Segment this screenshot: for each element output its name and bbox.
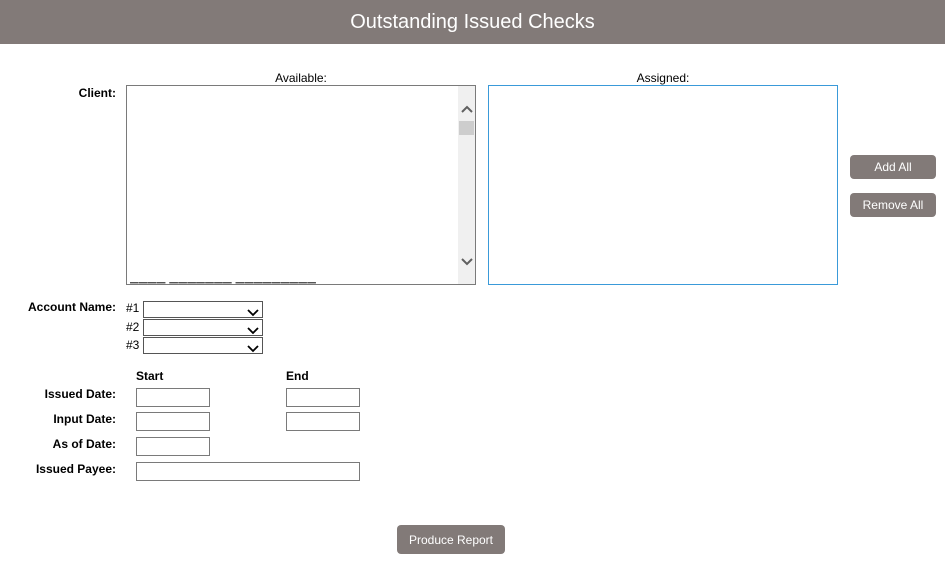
partially-visible-list-item: ▔▔▔▔ ▔▔▔▔▔▔▔ ▔▔▔▔▔▔▔▔▔	[130, 283, 317, 290]
issued-date-end-input[interactable]	[286, 388, 360, 407]
produce-report-button[interactable]: Produce Report	[397, 525, 505, 554]
account-1-select[interactable]	[143, 301, 263, 318]
input-date-end-input[interactable]	[286, 412, 360, 431]
issued-date-start-input[interactable]	[136, 388, 210, 407]
add-all-button[interactable]: Add All	[850, 155, 936, 179]
account-3-select[interactable]	[143, 337, 263, 354]
issued-payee-input[interactable]	[136, 462, 360, 481]
account-3-prefix: #3	[126, 338, 140, 352]
remove-all-button[interactable]: Remove All	[850, 193, 936, 217]
chevron-down-icon[interactable]	[458, 253, 475, 270]
available-list-scrollbar[interactable]	[458, 86, 475, 284]
scrollbar-thumb[interactable]	[459, 121, 474, 135]
client-label: Client:	[78, 86, 116, 100]
issued-payee-label: Issued Payee:	[35, 462, 116, 476]
issued-date-label: Issued Date:	[44, 387, 116, 401]
available-clients-list[interactable]: ▔▔▔▔ ▔▔▔▔▔▔▔ ▔▔▔▔▔▔▔▔▔	[126, 85, 476, 290]
assigned-clients-list[interactable]	[488, 85, 838, 285]
chevron-up-icon[interactable]	[458, 100, 475, 117]
page-header: Outstanding Issued Checks	[0, 0, 945, 44]
assigned-label: Assigned:	[636, 71, 690, 85]
account-2-prefix: #2	[126, 320, 140, 334]
account-2-select[interactable]	[143, 319, 263, 336]
as-of-date-label: As of Date:	[52, 437, 116, 451]
chevron-down-icon	[247, 340, 259, 358]
available-label: Available:	[275, 71, 327, 85]
account-1-prefix: #1	[126, 301, 140, 315]
input-date-label: Input Date:	[53, 412, 116, 426]
account-name-label: Account Name:	[27, 300, 116, 314]
as-of-date-input[interactable]	[136, 437, 210, 456]
page-title: Outstanding Issued Checks	[350, 10, 595, 33]
start-column-header: Start	[136, 369, 164, 383]
end-column-header: End	[286, 369, 309, 383]
input-date-start-input[interactable]	[136, 412, 210, 431]
